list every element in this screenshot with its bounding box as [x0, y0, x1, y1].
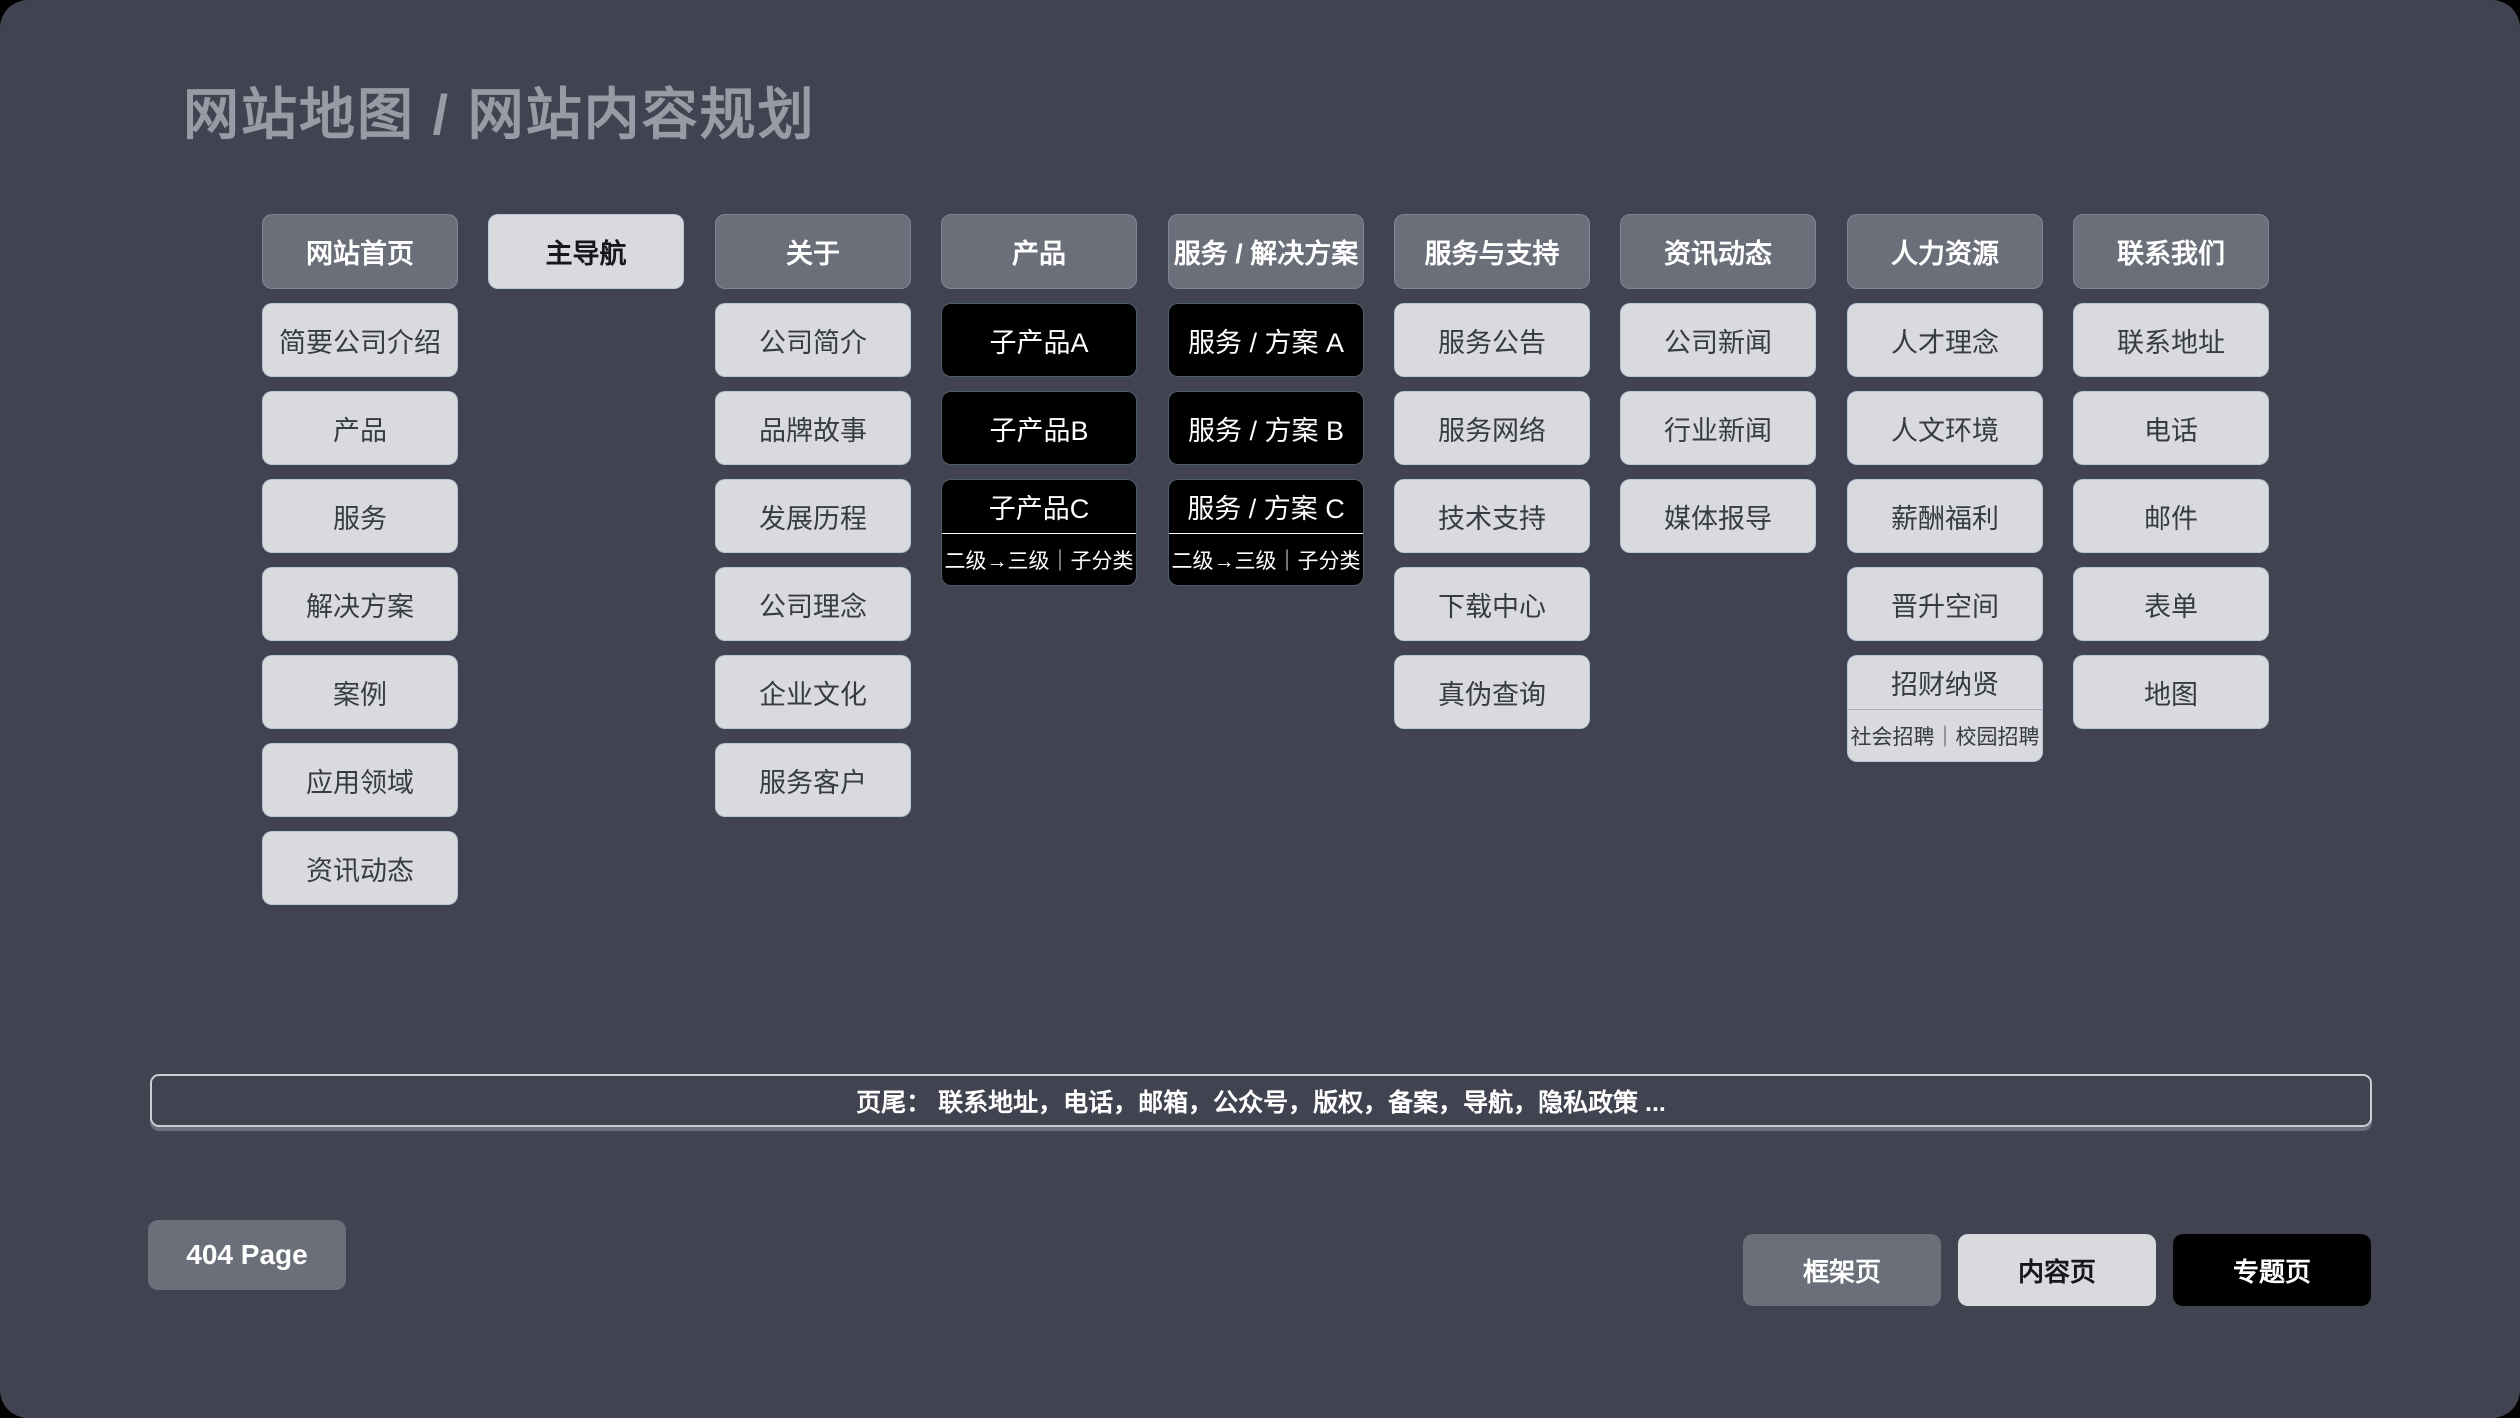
sitemap-node[interactable]: 表单	[2073, 567, 2269, 641]
column-hr: 人力资源 人才理念 人文环境 薪酬福利 晋升空间 招财纳贤 社会招聘｜校园招聘	[1847, 214, 2043, 762]
column-service-support: 服务与支持 服务公告 服务网络 技术支持 下载中心 真伪查询	[1394, 214, 1590, 729]
content-page-button[interactable]: 内容页	[1958, 1234, 2156, 1306]
node-sub-label: 社会招聘｜校园招聘	[1848, 710, 2042, 761]
sitemap-node-compound[interactable]: 服务 / 方案 C 二级→三级｜子分类	[1168, 479, 1364, 586]
sitemap-node[interactable]: 服务客户	[715, 743, 911, 817]
sitemap-node[interactable]: 媒体报导	[1620, 479, 1816, 553]
special-page-button[interactable]: 专题页	[2173, 1234, 2371, 1306]
sitemap-node[interactable]: 子产品A	[941, 303, 1137, 377]
sitemap-node[interactable]: 服务 / 方案 A	[1168, 303, 1364, 377]
page-title: 网站地图 / 网站内容规划	[183, 70, 816, 151]
column-header[interactable]: 产品	[941, 214, 1137, 289]
sitemap-node[interactable]: 服务 / 方案 B	[1168, 391, 1364, 465]
sitemap-node[interactable]: 解决方案	[262, 567, 458, 641]
sitemap-node[interactable]: 地图	[2073, 655, 2269, 729]
sitemap-node[interactable]: 应用领域	[262, 743, 458, 817]
column-header[interactable]: 主导航	[488, 214, 684, 289]
sitemap-node[interactable]: 下载中心	[1394, 567, 1590, 641]
sitemap-node[interactable]: 发展历程	[715, 479, 911, 553]
column-header[interactable]: 服务与支持	[1394, 214, 1590, 289]
sitemap-node[interactable]: 简要公司介绍	[262, 303, 458, 377]
column-services-solutions: 服务 / 解决方案 服务 / 方案 A 服务 / 方案 B 服务 / 方案 C …	[1168, 214, 1364, 586]
sitemap-node[interactable]: 晋升空间	[1847, 567, 2043, 641]
sitemap-node[interactable]: 联系地址	[2073, 303, 2269, 377]
sitemap-canvas: 网站地图 / 网站内容规划 网站首页 简要公司介绍 产品 服务 解决方案 案例 …	[0, 0, 2520, 1418]
node-main-label: 招财纳贤	[1848, 656, 2042, 709]
sitemap-node[interactable]: 薪酬福利	[1847, 479, 2043, 553]
frame-page-button[interactable]: 框架页	[1743, 1234, 1941, 1306]
sitemap-node-compound[interactable]: 子产品C 二级→三级｜子分类	[941, 479, 1137, 586]
column-about: 关于 公司简介 品牌故事 发展历程 公司理念 企业文化 服务客户	[715, 214, 911, 817]
sitemap-node[interactable]: 资讯动态	[262, 831, 458, 905]
node-sub-label: 二级→三级｜子分类	[1169, 534, 1363, 585]
sitemap-node[interactable]: 技术支持	[1394, 479, 1590, 553]
sitemap-node[interactable]: 真伪查询	[1394, 655, 1590, 729]
footer-node[interactable]: 页尾： 联系地址，电话，邮箱，公众号，版权，备案，导航，隐私政策 ...	[150, 1074, 2372, 1127]
page-type-legend: 框架页 内容页 专题页	[1743, 1234, 2371, 1306]
sitemap-node-compound[interactable]: 招财纳贤 社会招聘｜校园招聘	[1847, 655, 2043, 762]
sitemap-node[interactable]: 行业新闻	[1620, 391, 1816, 465]
column-news: 资讯动态 公司新闻 行业新闻 媒体报导	[1620, 214, 1816, 553]
sitemap-node[interactable]: 产品	[262, 391, 458, 465]
sitemap-node[interactable]: 公司理念	[715, 567, 911, 641]
column-header[interactable]: 关于	[715, 214, 911, 289]
sitemap-node[interactable]: 人文环境	[1847, 391, 2043, 465]
sitemap-node[interactable]: 子产品B	[941, 391, 1137, 465]
sitemap-node[interactable]: 公司简介	[715, 303, 911, 377]
node-main-label: 服务 / 方案 C	[1169, 480, 1363, 533]
sitemap-node[interactable]: 企业文化	[715, 655, 911, 729]
column-header[interactable]: 资讯动态	[1620, 214, 1816, 289]
page-404-button[interactable]: 404 Page	[148, 1220, 346, 1290]
column-contact: 联系我们 联系地址 电话 邮件 表单 地图	[2073, 214, 2269, 729]
sitemap-node[interactable]: 公司新闻	[1620, 303, 1816, 377]
sitemap-node[interactable]: 邮件	[2073, 479, 2269, 553]
column-header[interactable]: 联系我们	[2073, 214, 2269, 289]
node-main-label: 子产品C	[942, 480, 1136, 533]
node-sub-label: 二级→三级｜子分类	[942, 534, 1136, 585]
sitemap-node[interactable]: 人才理念	[1847, 303, 2043, 377]
column-header[interactable]: 人力资源	[1847, 214, 2043, 289]
sitemap-node[interactable]: 服务	[262, 479, 458, 553]
column-header[interactable]: 服务 / 解决方案	[1168, 214, 1364, 289]
column-home: 网站首页 简要公司介绍 产品 服务 解决方案 案例 应用领域 资讯动态	[262, 214, 458, 905]
sitemap-node[interactable]: 案例	[262, 655, 458, 729]
column-products: 产品 子产品A 子产品B 子产品C 二级→三级｜子分类	[941, 214, 1137, 586]
column-main-nav: 主导航	[488, 214, 684, 289]
sitemap-node[interactable]: 服务公告	[1394, 303, 1590, 377]
sitemap-node[interactable]: 品牌故事	[715, 391, 911, 465]
sitemap-node[interactable]: 电话	[2073, 391, 2269, 465]
column-header[interactable]: 网站首页	[262, 214, 458, 289]
sitemap-node[interactable]: 服务网络	[1394, 391, 1590, 465]
